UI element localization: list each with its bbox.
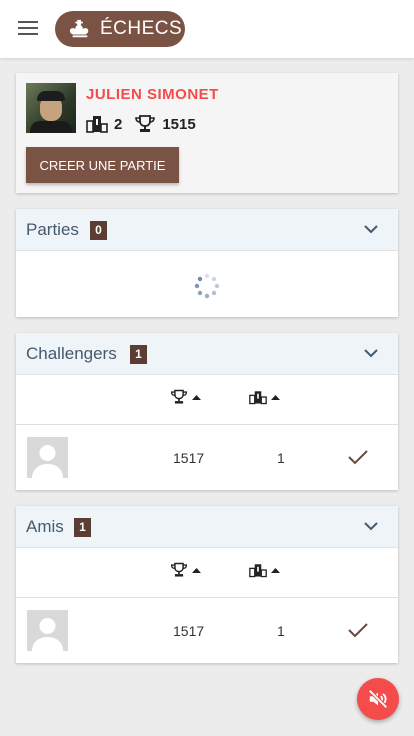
parties-panel: Parties 0	[16, 209, 398, 317]
menu-icon-bar	[18, 27, 38, 29]
parties-title: Parties	[26, 220, 79, 239]
create-game-button[interactable]: CREER UNE PARTIE	[26, 147, 179, 183]
menu-icon-bar	[18, 33, 38, 35]
volume-mute-icon	[368, 689, 388, 709]
app-title: ÉCHECS	[100, 18, 183, 39]
sound-toggle-button[interactable]	[357, 678, 399, 720]
sort-up-icon	[192, 395, 201, 400]
menu-button[interactable]	[18, 21, 38, 37]
chevron-down-icon[interactable]	[364, 224, 378, 234]
row-rank: 1	[277, 450, 285, 466]
avatar[interactable]	[26, 83, 76, 133]
table-row[interactable]: 1517 1	[16, 425, 398, 489]
player-elo: 1515	[162, 115, 196, 133]
podium-icon	[249, 391, 267, 405]
avatar	[27, 610, 68, 651]
row-rank: 1	[277, 623, 285, 639]
chevron-down-icon[interactable]	[364, 521, 378, 531]
trophy-icon	[170, 562, 188, 577]
user-placeholder-icon	[27, 437, 68, 478]
challengers-count-badge: 1	[130, 345, 147, 364]
row-elo: 1517	[173, 450, 205, 466]
amis-panel: Amis 1 1517 1	[16, 506, 398, 663]
sort-by-rank[interactable]	[249, 389, 280, 405]
sort-up-icon	[271, 395, 280, 400]
app-bar: ÉCHECS	[0, 0, 414, 58]
trophy-icon	[135, 115, 156, 132]
profile-card: JULIEN SIMONET 2 1515 CREER UNE PARTIE	[16, 73, 398, 193]
podium-icon	[249, 564, 267, 578]
challengers-title: Challengers	[26, 344, 117, 363]
challengers-header[interactable]: Challengers 1	[16, 333, 398, 375]
sort-by-elo[interactable]	[170, 389, 201, 405]
player-name[interactable]: JULIEN SIMONET	[86, 86, 219, 103]
player-rank: 2	[114, 115, 123, 133]
sort-by-rank[interactable]	[249, 562, 280, 578]
parties-count-badge: 0	[90, 221, 107, 240]
podium-icon	[86, 116, 108, 133]
amis-title: Amis	[26, 517, 64, 536]
sort-up-icon	[271, 568, 280, 573]
sort-by-elo[interactable]	[170, 562, 201, 578]
sort-up-icon	[192, 568, 201, 573]
avatar	[27, 437, 68, 478]
amis-header[interactable]: Amis 1	[16, 506, 398, 548]
row-elo: 1517	[173, 623, 205, 639]
user-placeholder-icon	[27, 610, 68, 651]
check-icon[interactable]	[348, 449, 368, 465]
player-stats: 2 1515	[86, 115, 208, 133]
amis-count-badge: 1	[74, 518, 91, 537]
menu-icon-bar	[18, 21, 38, 23]
parties-header[interactable]: Parties 0	[16, 209, 398, 251]
chevron-down-icon[interactable]	[364, 348, 378, 358]
trophy-icon	[170, 389, 188, 404]
check-icon[interactable]	[348, 622, 368, 638]
table-row[interactable]: 1517 1	[16, 598, 398, 662]
table-header	[16, 548, 398, 598]
table-header	[16, 375, 398, 425]
challengers-panel: Challengers 1 1517 1	[16, 333, 398, 490]
loading-spinner-icon	[194, 273, 220, 299]
brand-pill[interactable]: ÉCHECS	[55, 11, 185, 47]
chess-king-icon	[69, 19, 89, 38]
